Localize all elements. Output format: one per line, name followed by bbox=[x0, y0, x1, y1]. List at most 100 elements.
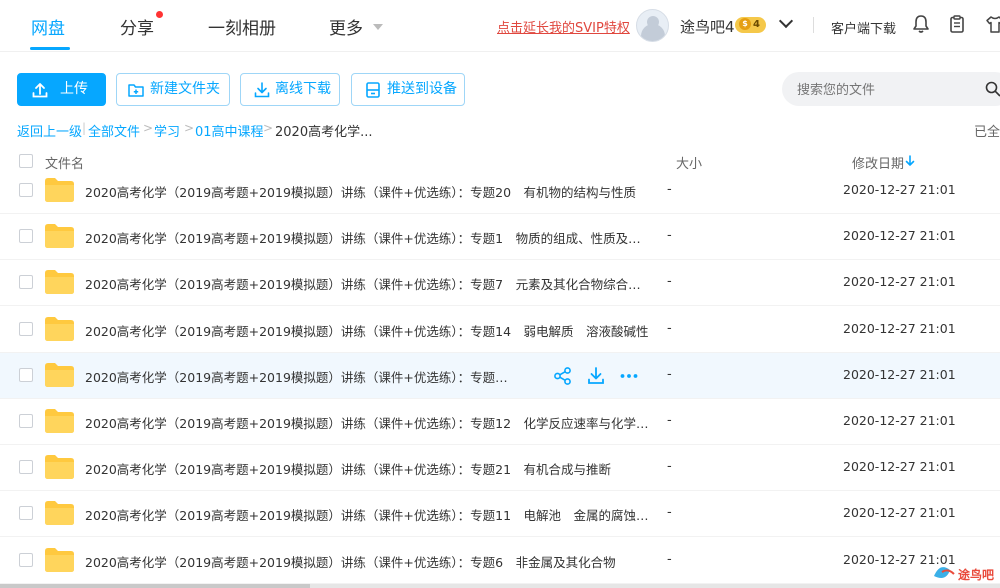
client-download-link[interactable]: 客户端下载 bbox=[831, 18, 896, 37]
file-name[interactable]: 2020高考化学（2019高考题+2019模拟题）讲练（课件+优选练）：专题1 … bbox=[85, 228, 650, 247]
folder-icon bbox=[45, 224, 74, 249]
breadcrumb-separator: > bbox=[184, 121, 195, 135]
table-row[interactable]: 2020高考化学（2019高考题+2019模拟题）讲练（课件+优选练）：专题21… bbox=[0, 445, 1000, 492]
nav-tab-netdisk[interactable]: 网盘 bbox=[31, 14, 65, 39]
breadcrumb-divider: | bbox=[82, 121, 87, 135]
file-modified-date: 2020-12-27 21:01 bbox=[843, 459, 956, 475]
folder-icon bbox=[45, 178, 74, 202]
loaded-status: 已全 bbox=[974, 125, 1000, 140]
clipboard-icon[interactable] bbox=[947, 14, 967, 34]
nav-tab-more[interactable]: 更多 bbox=[329, 14, 363, 39]
search-input[interactable] bbox=[782, 72, 1000, 106]
row-checkbox[interactable] bbox=[19, 552, 33, 567]
row-checkbox[interactable] bbox=[19, 460, 33, 475]
vip-symbol: $ bbox=[739, 18, 751, 30]
row-checkbox[interactable] bbox=[19, 275, 33, 290]
file-name[interactable]: 2020高考化学（2019高考题+2019模拟题）讲练（课件+优选练）：专题6 … bbox=[85, 552, 650, 571]
table-row[interactable]: 2020高考化学（2019高考题+2019模拟题）讲练（课件+优选练）：专题20… bbox=[0, 168, 1000, 214]
avatar[interactable] bbox=[636, 9, 669, 42]
file-modified-date: 2020-12-27 21:01 bbox=[843, 274, 956, 290]
device-icon bbox=[366, 82, 380, 98]
breadcrumb-current: 2020高考化学... bbox=[275, 125, 373, 140]
file-size: - bbox=[667, 505, 672, 521]
active-tab-underline bbox=[30, 47, 70, 50]
download-icon[interactable] bbox=[586, 366, 606, 386]
file-name[interactable]: 2020高考化学（2019高考题+2019模拟题）讲练（课件+优选练）：专题20… bbox=[85, 182, 650, 201]
folder-icon bbox=[45, 455, 74, 480]
username[interactable]: 途鸟吧4 bbox=[680, 16, 735, 37]
file-name[interactable]: 2020高考化学（2019高考题+2019模拟题）讲练（课件+优选练）：专题14… bbox=[85, 321, 650, 340]
push-to-device-button[interactable]: 推送到设备 bbox=[351, 73, 465, 106]
search-icon[interactable] bbox=[985, 81, 1000, 97]
download-icon bbox=[254, 82, 270, 98]
breadcrumb-back[interactable]: 返回上一级 bbox=[17, 121, 82, 140]
shirt-icon[interactable] bbox=[985, 14, 1000, 34]
select-all-checkbox[interactable] bbox=[19, 154, 33, 168]
offline-download-label: 离线下载 bbox=[275, 81, 331, 97]
table-row[interactable]: 2020高考化学（2019高考题+2019模拟题）讲练（课件+优选练）：专题1 … bbox=[0, 214, 1000, 261]
file-name[interactable]: 2020高考化学（2019高考题+2019模拟题）讲练（课件+优选练）：专题18… bbox=[85, 367, 515, 386]
file-modified-date: 2020-12-27 21:01 bbox=[843, 228, 956, 244]
notification-dot bbox=[156, 11, 163, 18]
new-folder-button[interactable]: 新建文件夹 bbox=[116, 73, 230, 106]
breadcrumb-study[interactable]: 学习 bbox=[154, 121, 180, 140]
table-row[interactable]: 2020高考化学（2019高考题+2019模拟题）讲练（课件+优选练）：专题12… bbox=[0, 399, 1000, 445]
breadcrumb-all-files[interactable]: 全部文件 bbox=[88, 121, 140, 140]
upload-label: 上传 bbox=[60, 81, 88, 97]
folder-icon bbox=[45, 501, 74, 526]
row-checkbox[interactable] bbox=[19, 183, 33, 197]
file-size: - bbox=[667, 366, 672, 382]
nav-tab-share[interactable]: 分享 bbox=[120, 14, 154, 39]
top-navigation-bar: 网盘 分享 一刻相册 更多 点击延长我的SVIP特权 途鸟吧4 $4 客户端下载 bbox=[0, 0, 1000, 52]
watermark-text: 途鸟吧 bbox=[958, 568, 995, 582]
breadcrumb-separator: > bbox=[263, 121, 274, 135]
offline-download-button[interactable]: 离线下载 bbox=[240, 73, 340, 106]
bell-icon[interactable] bbox=[911, 14, 931, 34]
file-modified-date: 2020-12-27 21:01 bbox=[843, 413, 956, 428]
table-row[interactable]: 2020高考化学（2019高考题+2019模拟题）讲练（课件+优选练）：专题14… bbox=[0, 307, 1000, 353]
more-dropdown-icon[interactable] bbox=[373, 24, 383, 30]
row-checkbox[interactable] bbox=[19, 321, 33, 336]
push-to-device-label: 推送到设备 bbox=[387, 81, 457, 97]
file-name[interactable]: 2020高考化学（2019高考题+2019模拟题）讲练（课件+优选练）：专题11… bbox=[85, 505, 650, 524]
file-modified-date: 2020-12-27 21:01 bbox=[843, 320, 956, 336]
file-size: - bbox=[667, 274, 672, 290]
new-folder-icon bbox=[128, 84, 144, 97]
new-folder-label: 新建文件夹 bbox=[150, 81, 220, 97]
divider bbox=[813, 17, 814, 33]
table-row[interactable]: 2020高考化学（2019高考题+2019模拟题）讲练（课件+优选练）：专题6 … bbox=[0, 538, 1000, 584]
file-name[interactable]: 2020高考化学（2019高考题+2019模拟题）讲练（课件+优选练）：专题12… bbox=[85, 413, 650, 432]
row-checkbox[interactable] bbox=[19, 229, 33, 244]
table-row[interactable]: 2020高考化学（2019高考题+2019模拟题）讲练（课件+优选练）：专题7 … bbox=[0, 260, 1000, 307]
row-checkbox[interactable] bbox=[19, 414, 33, 428]
breadcrumb-high-school[interactable]: 01高中课程 bbox=[195, 121, 264, 140]
row-checkbox[interactable] bbox=[19, 367, 33, 382]
folder-icon bbox=[45, 547, 74, 572]
table-row[interactable]: 2020高考化学（2019高考题+2019模拟题）讲练（课件+优选练）：专题18… bbox=[0, 352, 1000, 399]
upload-button[interactable]: 上传 bbox=[17, 73, 106, 106]
file-modified-date: 2020-12-27 21:01 bbox=[843, 366, 956, 382]
share-icon[interactable] bbox=[553, 366, 573, 386]
svip-renew-link[interactable]: 点击延长我的SVIP特权 bbox=[497, 17, 630, 36]
table-row[interactable]: 2020高考化学（2019高考题+2019模拟题）讲练（课件+优选练）：专题11… bbox=[0, 491, 1000, 538]
file-name[interactable]: 2020高考化学（2019高考题+2019模拟题）讲练（课件+优选练）：专题7 … bbox=[85, 274, 650, 293]
chevron-down-icon[interactable] bbox=[778, 13, 794, 29]
scrollbar-thumb[interactable] bbox=[0, 584, 310, 588]
row-checkbox[interactable] bbox=[19, 506, 33, 521]
upload-icon bbox=[32, 83, 48, 98]
file-name[interactable]: 2020高考化学（2019高考题+2019模拟题）讲练（课件+优选练）：专题21… bbox=[85, 459, 650, 478]
file-size: - bbox=[667, 459, 672, 475]
file-size: - bbox=[667, 413, 672, 428]
vip-level: 4 bbox=[753, 19, 760, 30]
file-modified-date: 2020-12-27 21:01 bbox=[843, 182, 956, 197]
sort-descending-icon[interactable] bbox=[905, 155, 915, 167]
folder-icon bbox=[45, 316, 74, 341]
folder-icon bbox=[45, 270, 74, 295]
file-size: - bbox=[667, 320, 672, 336]
more-icon[interactable] bbox=[619, 366, 639, 386]
file-size: - bbox=[667, 182, 672, 197]
folder-icon bbox=[45, 409, 74, 433]
vip-level-badge: $4 bbox=[735, 17, 766, 33]
folder-icon bbox=[45, 362, 74, 387]
nav-tab-album[interactable]: 一刻相册 bbox=[208, 14, 276, 39]
